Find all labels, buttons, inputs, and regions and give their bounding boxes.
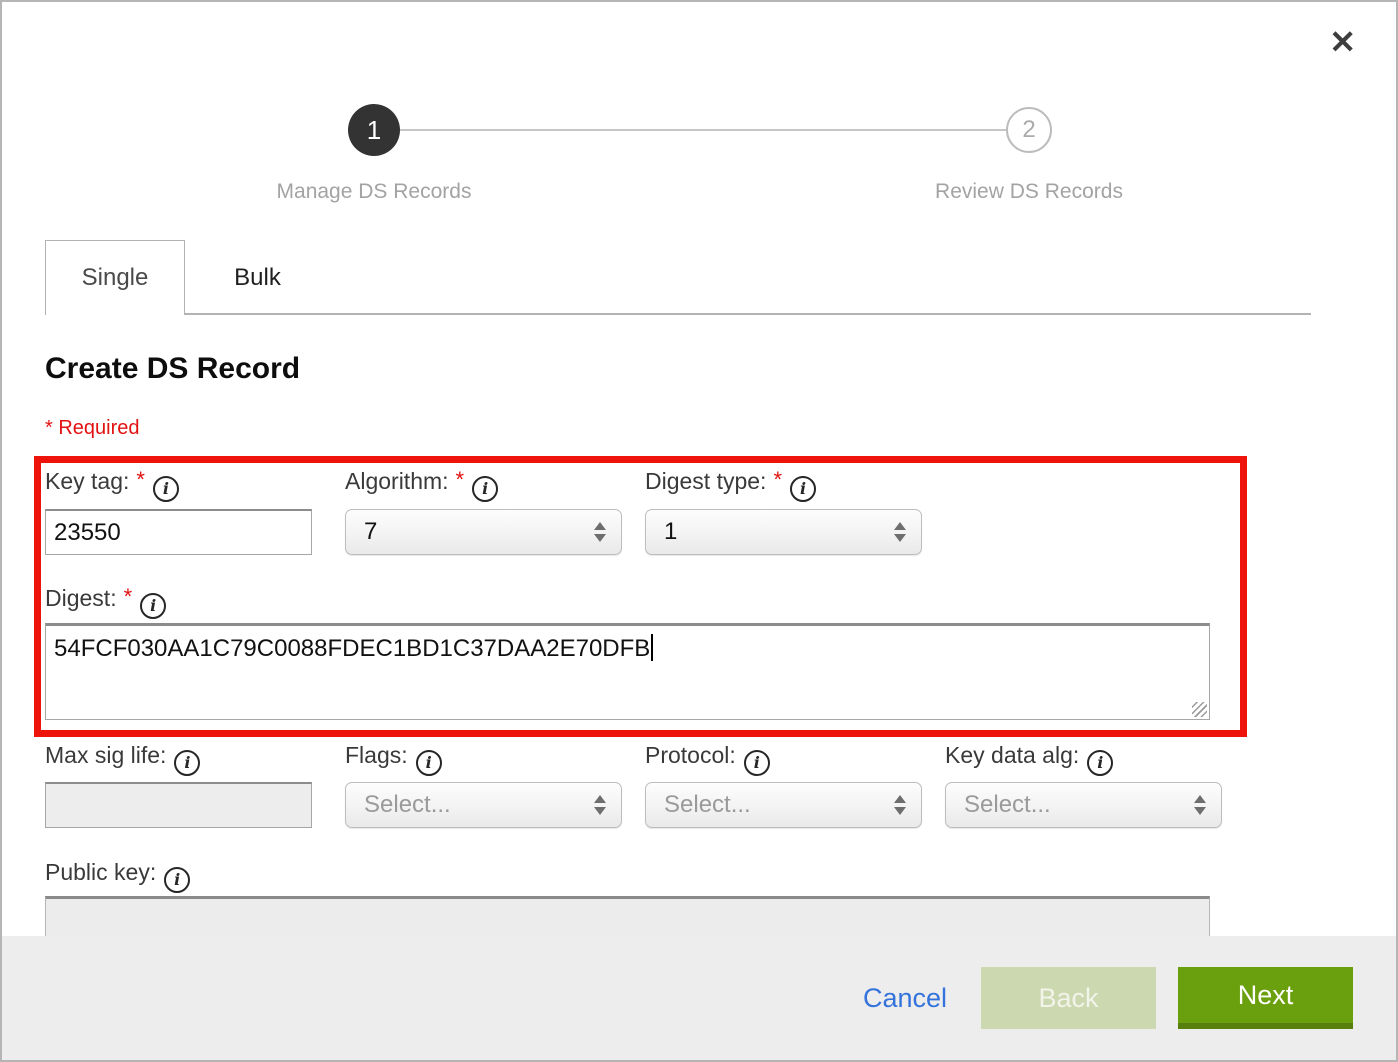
info-icon[interactable]: i xyxy=(472,476,498,502)
digest-type-select[interactable]: 1 xyxy=(645,509,922,555)
digest-type-select-value: 1 xyxy=(664,518,677,546)
digest-label-text: Digest: xyxy=(45,585,117,611)
info-icon[interactable]: i xyxy=(1087,750,1113,776)
protocol-label-text: Protocol: xyxy=(645,742,736,768)
text-cursor xyxy=(651,634,653,661)
digest-label: Digest: * i xyxy=(45,585,166,619)
required-asterisk: * xyxy=(136,467,145,492)
info-icon[interactable]: i xyxy=(140,593,166,619)
select-arrows-icon xyxy=(594,522,606,542)
digest-textarea[interactable]: 54FCF030AA1C79C0088FDEC1BD1C37DAA2E70DFB xyxy=(45,623,1210,720)
next-button[interactable]: Next xyxy=(1178,967,1353,1029)
key-tag-label-text: Key tag: xyxy=(45,468,129,494)
protocol-select[interactable]: Select... xyxy=(645,782,922,828)
public-key-textarea[interactable] xyxy=(45,896,1210,940)
digest-type-label-text: Digest type: xyxy=(645,468,766,494)
key-tag-input[interactable] xyxy=(45,509,312,555)
protocol-label: Protocol: i xyxy=(645,742,770,776)
resize-handle-icon[interactable] xyxy=(1192,702,1207,717)
algorithm-select-value: 7 xyxy=(364,518,377,546)
key-data-alg-label-text: Key data alg: xyxy=(945,742,1079,768)
select-arrows-icon xyxy=(894,795,906,815)
digest-type-label: Digest type: * i xyxy=(645,468,816,502)
select-arrows-icon xyxy=(1194,795,1206,815)
step-1-label: Manage DS Records xyxy=(214,180,534,204)
close-icon[interactable]: ✕ xyxy=(1329,26,1356,58)
info-icon[interactable]: i xyxy=(744,750,770,776)
cancel-button[interactable]: Cancel xyxy=(863,983,947,1014)
flags-label-text: Flags: xyxy=(345,742,408,768)
algorithm-label: Algorithm: * i xyxy=(345,468,498,502)
algorithm-label-text: Algorithm: xyxy=(345,468,449,494)
create-ds-record-modal: ✕ 1 2 Manage DS Records Review DS Record… xyxy=(0,0,1398,1062)
protocol-select-value: Select... xyxy=(664,791,751,819)
key-data-alg-select-value: Select... xyxy=(964,791,1051,819)
info-icon[interactable]: i xyxy=(164,867,190,893)
required-note: * Required xyxy=(45,417,140,440)
modal-footer: Cancel Back Next xyxy=(2,936,1396,1060)
key-data-alg-select[interactable]: Select... xyxy=(945,782,1222,828)
flags-select[interactable]: Select... xyxy=(345,782,622,828)
max-sig-life-label: Max sig life: i xyxy=(45,742,200,776)
required-asterisk: * xyxy=(124,584,133,609)
info-icon[interactable]: i xyxy=(174,750,200,776)
info-icon[interactable]: i xyxy=(790,476,816,502)
stepper-connector xyxy=(400,129,1006,131)
step-2-label: Review DS Records xyxy=(869,180,1189,204)
flags-label: Flags: i xyxy=(345,742,442,776)
select-arrows-icon xyxy=(894,522,906,542)
public-key-label: Public key: i xyxy=(45,859,190,893)
page-title: Create DS Record xyxy=(45,352,300,386)
select-arrows-icon xyxy=(594,795,606,815)
key-tag-label: Key tag: * i xyxy=(45,468,179,502)
info-icon[interactable]: i xyxy=(153,476,179,502)
public-key-label-text: Public key: xyxy=(45,859,156,885)
step-1-circle: 1 xyxy=(348,104,400,156)
required-asterisk: * xyxy=(456,467,465,492)
flags-select-value: Select... xyxy=(364,791,451,819)
max-sig-life-input[interactable] xyxy=(45,782,312,828)
tab-bulk[interactable]: Bulk xyxy=(185,240,330,315)
max-sig-life-label-text: Max sig life: xyxy=(45,742,166,768)
step-2-circle: 2 xyxy=(1006,107,1052,153)
tab-single[interactable]: Single xyxy=(45,240,185,315)
info-icon[interactable]: i xyxy=(416,750,442,776)
required-asterisk: * xyxy=(773,467,782,492)
key-data-alg-label: Key data alg: i xyxy=(945,742,1113,776)
back-button[interactable]: Back xyxy=(981,967,1156,1029)
digest-value: 54FCF030AA1C79C0088FDEC1BD1C37DAA2E70DFB xyxy=(54,635,650,662)
algorithm-select[interactable]: 7 xyxy=(345,509,622,555)
